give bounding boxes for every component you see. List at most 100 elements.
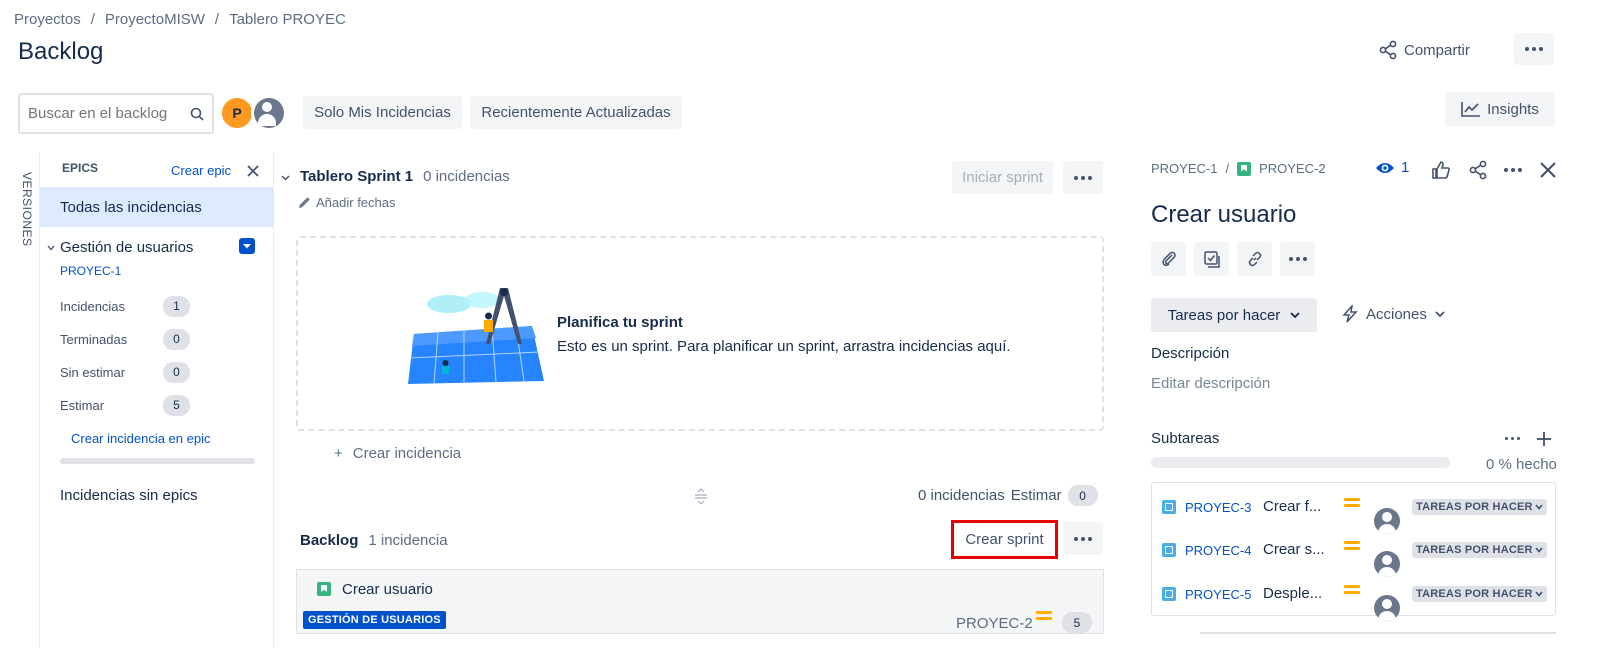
subtask-summary[interactable]: Crear s... [1263,541,1325,558]
epic-stat-value: 5 [163,394,190,416]
backlog-title: Backlog [300,532,359,549]
attach-button[interactable] [1151,242,1186,276]
unassigned-avatar[interactable] [251,95,287,131]
subtask-icon [1162,543,1176,557]
sprint-footer-count: 0 incidencias [918,487,1005,504]
subtask-row[interactable]: PROYEC-4 Crear s... TAREAS POR HACER [1152,531,1555,577]
search-input[interactable] [28,105,178,122]
add-subtask-button[interactable] [1194,242,1229,276]
epic-stat-label: Terminadas [60,331,128,347]
sprint-planning-illustration [408,288,544,385]
subtasks-more-icon[interactable] [1505,437,1520,440]
issue-key[interactable]: PROYEC-2 [1259,161,1325,176]
sprint-more-button[interactable] [1063,161,1103,194]
close-icon[interactable] [1540,162,1556,178]
watch-button[interactable]: 1 [1375,159,1409,176]
breadcrumb-item-project[interactable]: ProyectoMISW [105,11,205,28]
description-editor[interactable]: Editar descripción [1151,375,1270,392]
versions-tab[interactable]: VERSIONES [20,172,34,247]
breadcrumb-item-projects[interactable]: Proyectos [14,11,81,28]
create-sprint-label: Crear sprint [965,531,1044,548]
subtask-key[interactable]: PROYEC-4 [1185,543,1251,558]
subtask-status[interactable]: TAREAS POR HACER [1412,542,1547,558]
epic-name: Gestión de usuarios [60,239,194,256]
description-label: Descripción [1151,345,1230,362]
no-epic-item[interactable]: Incidencias sin epics [60,487,198,504]
share-icon [1379,40,1397,60]
create-issue-in-epic-link[interactable]: Crear incidencia en epic [71,431,210,446]
insights-button[interactable]: Insights [1445,92,1555,126]
share-button[interactable]: Compartir [1378,36,1470,64]
sprint-header: Tablero Sprint 1 0 incidencias [300,168,510,185]
actions-dropdown[interactable]: Acciones [1342,305,1445,323]
empty-sprint-text: Esto es un sprint. Para planificar un sp… [557,338,1011,355]
epic-item[interactable]: Gestión de usuarios PROYEC-1 Incidencias… [40,238,274,468]
filter-label: Solo Mis Incidencias [314,104,451,121]
issue-title[interactable]: Crear usuario [1151,201,1296,229]
subtask-status[interactable]: TAREAS POR HACER [1412,586,1547,602]
link-issue-button[interactable] [1237,242,1272,276]
drag-handle-icon[interactable] [693,488,709,504]
subtask-summary[interactable]: Desple... [1263,585,1322,602]
subtask-row[interactable]: PROYEC-3 Crear f... TAREAS POR HACER [1152,488,1555,534]
issue-key[interactable]: PROYEC-2 [956,615,1033,632]
eye-icon [1376,162,1394,173]
epic-progress-bar [60,458,255,464]
sprint-drop-zone[interactable]: Planifica tu sprint Esto es un sprint. P… [296,236,1104,431]
epic-stat-value: 0 [163,328,190,350]
more-icon [1525,47,1543,51]
close-icon[interactable] [247,165,259,177]
epic-stat-label: Incidencias [60,298,126,314]
paperclip-icon [1161,251,1176,267]
sprint-count: 0 incidencias [423,168,510,185]
avatar[interactable]: P [220,96,254,130]
subtask-row[interactable]: PROYEC-5 Desple... TAREAS POR HACER [1152,575,1555,621]
subtask-summary[interactable]: Crear f... [1263,498,1321,515]
share-icon[interactable] [1468,160,1488,180]
story-icon [317,582,331,596]
create-issue-button[interactable]: + Crear incidencia [334,445,461,462]
detail-more-icon[interactable] [1504,168,1522,172]
start-sprint-button[interactable]: Iniciar sprint [952,161,1053,194]
assignee-avatar[interactable] [1374,551,1400,577]
epic-lozenge[interactable]: GESTIÓN DE USUARIOS [303,611,446,629]
backlog-issue-row[interactable]: Crear usuario GESTIÓN DE USUARIOS PROYEC… [296,569,1104,634]
create-epic-link[interactable]: Crear epic [171,163,231,178]
epic-stat-row: Terminadas 0 [60,327,190,351]
epic-stat-label: Estimar [60,397,105,413]
subtask-status-label: TAREAS POR HACER [1416,588,1533,600]
all-issues-item[interactable]: Todas las incidencias [40,187,274,227]
subtask-key[interactable]: PROYEC-5 [1185,587,1251,602]
assignee-avatar[interactable] [1374,595,1400,621]
chevron-down-icon[interactable] [47,245,55,251]
add-dates-link[interactable]: Añadir fechas [298,195,396,210]
priority-medium-icon [1344,582,1360,597]
epic-color-dropdown[interactable] [239,238,255,254]
create-sprint-button[interactable]: Crear sprint [951,520,1058,559]
create-issue-label: Crear incidencia [352,445,462,462]
more-button[interactable] [1514,33,1554,65]
plus-icon: + [334,445,343,462]
filter-recently-updated[interactable]: Recientemente Actualizadas [470,96,682,129]
add-subtask-icon[interactable] [1537,432,1551,446]
status-dropdown[interactable]: Tareas por hacer [1151,298,1317,332]
parent-key[interactable]: PROYEC-1 [1151,161,1217,176]
subtask-status[interactable]: TAREAS POR HACER [1412,499,1547,515]
caret-icon [243,244,251,249]
epic-key[interactable]: PROYEC-1 [60,264,121,278]
detail-actions-more-button[interactable] [1280,242,1315,276]
filter-label: Recientemente Actualizadas [481,104,671,121]
breadcrumb-item-board[interactable]: Tablero PROYEC [229,11,346,28]
breadcrumb-separator: / [90,11,95,28]
subtask-key[interactable]: PROYEC-3 [1185,500,1251,515]
share-label: Compartir [1404,41,1470,59]
thumbs-up-icon[interactable] [1431,160,1451,180]
filter-my-issues[interactable]: Solo Mis Incidencias [303,96,462,129]
backlog-more-button[interactable] [1063,522,1103,555]
lightning-icon [1342,305,1358,323]
search-box[interactable] [18,93,214,134]
epics-panel: EPICS Crear epic Todas las incidencias G… [39,152,274,648]
pencil-icon [299,197,310,208]
chevron-down-icon [1435,310,1445,317]
sprint-collapse-icon[interactable] [281,175,290,181]
